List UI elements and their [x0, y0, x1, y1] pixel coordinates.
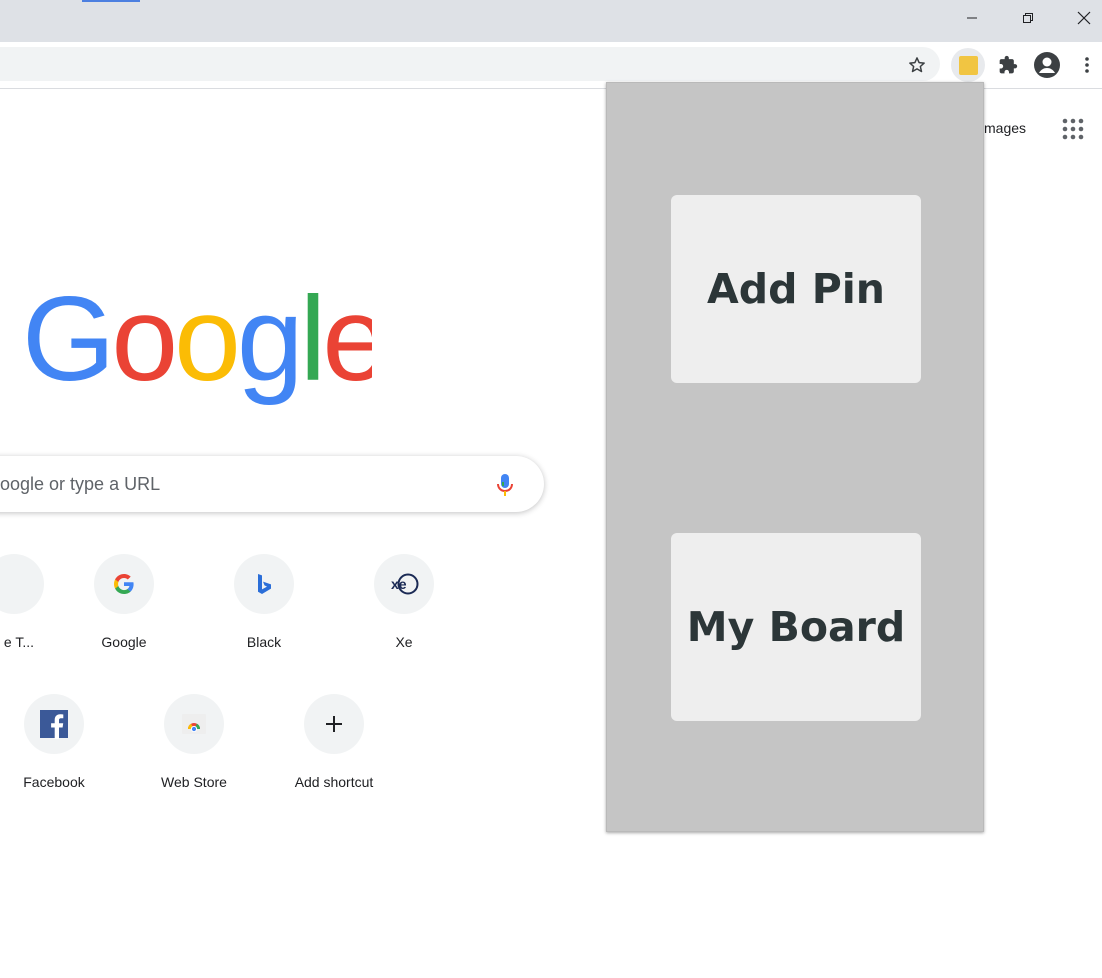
star-icon [909, 57, 925, 73]
shortcut-label: Web Store [161, 774, 227, 790]
shortcut-web-store[interactable]: Web Store [138, 694, 250, 806]
minimize-button[interactable] [948, 0, 996, 36]
svg-text:Google: Google [22, 292, 372, 406]
add-shortcut-button[interactable]: Add shortcut [278, 694, 390, 806]
images-link[interactable]: mages [984, 120, 1026, 136]
facebook-icon [24, 694, 84, 754]
extension-popup: Add Pin My Board [606, 82, 984, 832]
shortcut-label: Black [246, 634, 282, 650]
bing-icon [234, 554, 294, 614]
partial-shortcut-icon [0, 554, 44, 614]
search-box[interactable]: oogle or type a URL [0, 456, 544, 512]
shortcut-xe[interactable]: xe Xe [348, 554, 460, 666]
address-bar[interactable] [0, 47, 940, 81]
my-board-button[interactable]: My Board [671, 533, 921, 721]
puzzle-icon [999, 55, 1018, 74]
more-icon [1085, 57, 1089, 73]
more-menu-button[interactable] [1073, 51, 1101, 79]
add-pin-button[interactable]: Add Pin [671, 195, 921, 383]
plus-icon [304, 694, 364, 754]
profile-icon [1034, 52, 1060, 78]
shortcut-label: e T... [3, 634, 34, 650]
extensions-menu-button[interactable] [994, 51, 1022, 79]
restore-button[interactable] [1004, 0, 1052, 36]
shortcut-tile[interactable]: e T... [0, 554, 70, 666]
shortcut-label: Facebook [23, 774, 85, 790]
google-logo: Google [22, 292, 372, 406]
shortcut-black[interactable]: Black [208, 554, 320, 666]
apps-grid-icon [1062, 118, 1084, 140]
svg-text:xe: xe [391, 576, 407, 592]
bookmark-star-button[interactable] [903, 51, 931, 79]
microphone-icon[interactable] [494, 472, 516, 498]
shortcut-label: Xe [395, 634, 413, 650]
web-store-icon [164, 694, 224, 754]
google-g-icon [94, 554, 154, 614]
shortcut-facebook[interactable]: Facebook [0, 694, 110, 806]
minimize-icon [967, 17, 977, 19]
profile-button[interactable] [1033, 51, 1061, 79]
xe-icon: xe [374, 554, 434, 614]
close-window-button[interactable] [1060, 0, 1102, 36]
extension-button[interactable] [951, 48, 985, 82]
active-tab-indicator[interactable] [82, 0, 140, 2]
title-bar [0, 0, 1102, 42]
shortcut-label: Google [101, 634, 147, 650]
shortcut-label: Add shortcut [294, 774, 374, 790]
search-placeholder: oogle or type a URL [0, 474, 161, 494]
close-icon [1077, 11, 1091, 25]
extension-icon [958, 55, 978, 75]
shortcut-google[interactable]: Google [68, 554, 180, 666]
google-apps-button[interactable] [1060, 116, 1086, 142]
restore-icon [1023, 13, 1033, 23]
